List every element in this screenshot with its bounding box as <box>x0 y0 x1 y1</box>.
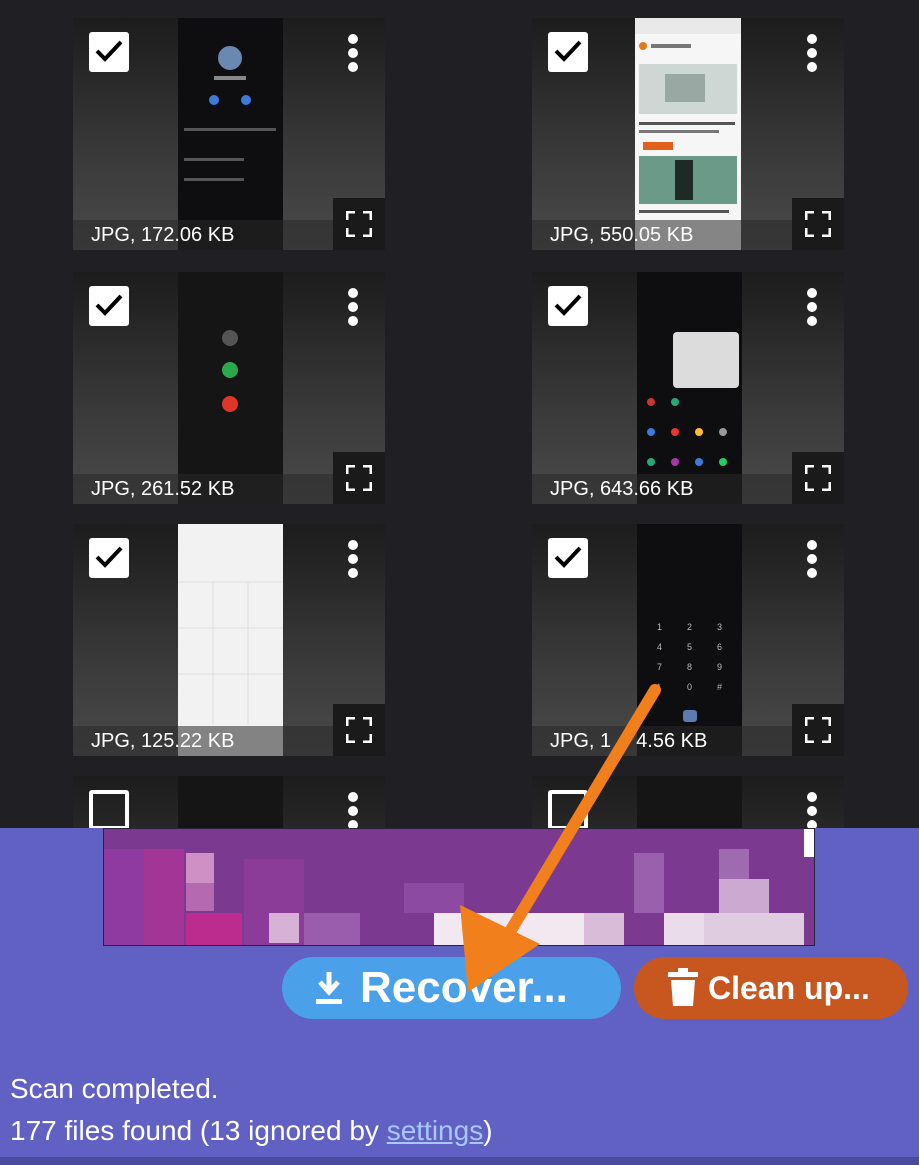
svg-text:5: 5 <box>687 642 692 652</box>
svg-text:9: 9 <box>717 662 722 672</box>
fullscreen-icon[interactable] <box>333 452 385 504</box>
more-vert-icon[interactable] <box>347 288 359 326</box>
svg-text:*: * <box>657 682 661 692</box>
more-vert-icon[interactable] <box>806 792 818 828</box>
bottom-bar <box>0 1157 919 1165</box>
svg-text:0: 0 <box>687 682 692 692</box>
checkbox[interactable] <box>548 538 588 578</box>
fullscreen-icon[interactable] <box>333 198 385 250</box>
clean-up-button[interactable]: Clean up... <box>634 957 908 1019</box>
file-tile[interactable]: JPG, 261.52 KB <box>73 272 385 504</box>
checkbox[interactable] <box>89 538 129 578</box>
recover-button[interactable]: Recover... <box>282 957 621 1019</box>
thumbnail-image <box>637 272 742 504</box>
checkbox[interactable] <box>89 286 129 326</box>
file-tile[interactable]: JPG, 643.66 KB <box>532 272 844 504</box>
advertisement-banner[interactable] <box>103 828 815 946</box>
fullscreen-icon[interactable] <box>792 452 844 504</box>
checkbox[interactable] <box>548 790 588 828</box>
settings-link[interactable]: settings <box>387 1115 484 1146</box>
fullscreen-icon[interactable] <box>333 704 385 756</box>
checkbox[interactable] <box>89 32 129 72</box>
more-vert-icon[interactable] <box>347 34 359 72</box>
scan-status: Scan completed. 177 files found (13 igno… <box>10 1068 493 1152</box>
clean-up-label: Clean up... <box>708 969 870 1006</box>
svg-text:#: # <box>717 682 722 692</box>
trash-icon <box>668 968 698 1008</box>
svg-text:8: 8 <box>687 662 692 672</box>
svg-text:2: 2 <box>687 622 692 632</box>
scan-status-line: Scan completed. <box>10 1073 219 1104</box>
more-vert-icon[interactable] <box>347 540 359 578</box>
svg-text:6: 6 <box>717 642 722 652</box>
svg-text:7: 7 <box>657 662 662 672</box>
svg-text:1: 1 <box>657 622 662 632</box>
thumbnail-image <box>178 776 283 828</box>
file-tile[interactable]: JPG, 550.05 KB <box>532 18 844 250</box>
recover-label: Recover... <box>360 963 568 1012</box>
checkbox[interactable] <box>548 286 588 326</box>
file-tile[interactable]: 123 456 789 * 0 # JPG, 1 4.56 KB <box>532 524 844 756</box>
file-tile[interactable] <box>532 776 844 828</box>
file-tile[interactable]: JPG, 172.06 KB <box>73 18 385 250</box>
thumbnail-image <box>178 524 283 756</box>
more-vert-icon[interactable] <box>347 792 359 828</box>
fullscreen-icon[interactable] <box>792 198 844 250</box>
files-found-line: 177 files found (13 ignored by settings) <box>10 1115 493 1146</box>
more-vert-icon[interactable] <box>806 540 818 578</box>
thumbnail-image <box>178 18 283 250</box>
file-tile[interactable]: JPG, 125.22 KB <box>73 524 385 756</box>
download-icon <box>312 968 346 1008</box>
checkbox[interactable] <box>548 32 588 72</box>
thumbnail-image: 1 2 3 4 5 6 7 8 9 * 0 # <box>637 524 742 756</box>
fullscreen-icon[interactable] <box>792 704 844 756</box>
more-vert-icon[interactable] <box>806 34 818 72</box>
svg-text:4: 4 <box>657 642 662 652</box>
checkbox[interactable] <box>89 790 129 828</box>
more-vert-icon[interactable] <box>806 288 818 326</box>
thumbnail-image <box>635 18 741 250</box>
svg-text:3: 3 <box>717 622 722 632</box>
file-tile[interactable] <box>73 776 385 828</box>
thumbnail-image <box>178 272 283 504</box>
thumbnail-image <box>637 776 742 828</box>
file-grid: JPG, 172.06 KB JPG, 550.05 KB JPG, 261.5… <box>0 0 919 828</box>
